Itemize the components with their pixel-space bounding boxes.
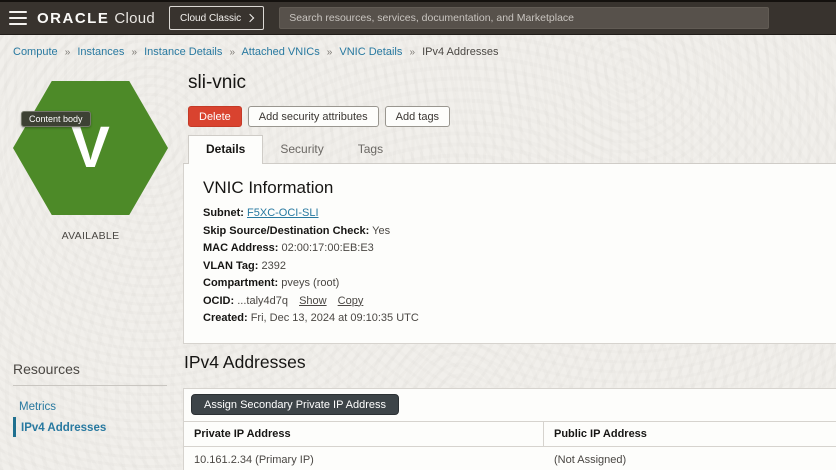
vnic-status-hexagon-icon: V bbox=[13, 81, 168, 215]
created-value: Fri, Dec 13, 2024 at 09:10:35 UTC bbox=[250, 312, 419, 324]
action-buttons: Delete Add security attributes Add tags bbox=[188, 106, 451, 127]
oracle-cloud-console: ORACLE Cloud Cloud Classic Compute » Ins… bbox=[0, 0, 836, 470]
breadcrumb-link-attached-vnics[interactable]: Attached VNICs bbox=[241, 46, 319, 58]
created-label: Created: bbox=[203, 312, 248, 324]
logo-cloud-text: Cloud bbox=[114, 9, 156, 27]
oracle-cloud-logo: ORACLE Cloud bbox=[37, 10, 155, 27]
ocid-value: ...taly4d7q bbox=[237, 294, 288, 307]
mac-address-value: 02:00:17:00:EB:E3 bbox=[281, 242, 374, 254]
delete-button[interactable]: Delete bbox=[188, 106, 242, 127]
breadcrumb-separator: » bbox=[64, 47, 71, 58]
info-row-skip-check: Skip Source/Destination Check: Yes bbox=[203, 224, 836, 238]
add-tags-button[interactable]: Add tags bbox=[384, 106, 451, 127]
tab-details[interactable]: Details bbox=[188, 135, 264, 164]
breadcrumb-link-compute[interactable]: Compute bbox=[13, 46, 58, 58]
vlan-tag-value: 2392 bbox=[261, 259, 286, 272]
breadcrumb-separator: » bbox=[229, 47, 235, 58]
logo-oracle-text: ORACLE bbox=[37, 9, 110, 27]
table-row: 10.161.2.34 (Primary IP) (Not Assigned) bbox=[184, 447, 836, 470]
resources-heading: Resources bbox=[13, 361, 80, 377]
vnic-information-rows: Subnet: F5XC-OCI-SLI Skip Source/Destina… bbox=[203, 207, 836, 325]
ocid-label: OCID: bbox=[203, 294, 235, 307]
compartment-value: pveys (root) bbox=[281, 277, 340, 289]
breadcrumb-current: IPv4 Addresses bbox=[422, 46, 499, 58]
cell-private-ip: 10.161.2.34 (Primary IP) bbox=[194, 454, 314, 466]
sidebar-item-ipv4-addresses[interactable]: IPv4 Addresses bbox=[21, 422, 106, 434]
info-row-subnet: Subnet: F5XC-OCI-SLI bbox=[203, 207, 836, 220]
ocid-copy-link[interactable]: Copy bbox=[338, 295, 364, 307]
breadcrumb-separator: » bbox=[409, 47, 415, 58]
assign-secondary-ip-button[interactable]: Assign Secondary Private IP Address bbox=[191, 394, 400, 415]
cell-public-ip: (Not Assigned) bbox=[554, 454, 627, 466]
info-row-compartment: Compartment: pveys (root) bbox=[203, 277, 836, 290]
vnic-information-heading: VNIC Information bbox=[203, 178, 334, 197]
search-input[interactable] bbox=[279, 7, 770, 29]
breadcrumb-separator: » bbox=[326, 47, 333, 58]
cloud-classic-button[interactable]: Cloud Classic bbox=[169, 6, 265, 30]
column-header-private-ip: Private IP Address bbox=[184, 422, 544, 446]
status-text: AVAILABLE bbox=[61, 230, 120, 242]
breadcrumb-link-instance-details[interactable]: Instance Details bbox=[144, 46, 222, 58]
content-body-tooltip: Content body bbox=[21, 111, 91, 127]
subnet-link[interactable]: F5XC-OCI-SLI bbox=[247, 207, 319, 219]
selected-item-bar bbox=[13, 417, 16, 437]
subnet-label: Subnet: bbox=[203, 207, 244, 219]
ipv4-table-header: Private IP Address Public IP Address bbox=[184, 421, 836, 447]
breadcrumb-separator: » bbox=[131, 47, 138, 58]
mac-address-label: MAC Address: bbox=[203, 242, 279, 254]
ipv4-addresses-heading: IPv4 Addresses bbox=[184, 352, 306, 372]
resources-divider bbox=[13, 385, 167, 386]
page-title: sli-vnic bbox=[188, 72, 247, 93]
breadcrumb-link-instances[interactable]: Instances bbox=[77, 46, 124, 58]
vnic-details-panel: VNIC Information Subnet: F5XC-OCI-SLI Sk… bbox=[183, 164, 836, 344]
top-navigation-bar: ORACLE Cloud Cloud Classic bbox=[0, 0, 836, 35]
add-security-attributes-button[interactable]: Add security attributes bbox=[247, 106, 379, 127]
breadcrumb-link-vnic-details[interactable]: VNIC Details bbox=[339, 46, 402, 58]
tab-bar: Details Security Tags bbox=[183, 135, 836, 164]
info-row-created: Created: Fri, Dec 13, 2024 at 09:10:35 U… bbox=[203, 312, 836, 325]
info-row-ocid: OCID: ...taly4d7q Show Copy bbox=[203, 294, 836, 308]
compartment-label: Compartment: bbox=[203, 277, 279, 289]
tab-security[interactable]: Security bbox=[263, 136, 340, 163]
sidebar-item-metrics[interactable]: Metrics bbox=[19, 401, 56, 413]
hexagon-letter: V bbox=[71, 115, 110, 180]
skip-check-label: Skip Source/Destination Check: bbox=[203, 224, 370, 237]
tab-tags[interactable]: Tags bbox=[341, 136, 400, 163]
chevron-right-icon bbox=[245, 13, 255, 23]
cloud-classic-label: Cloud Classic bbox=[180, 12, 242, 24]
ocid-show-link[interactable]: Show bbox=[299, 295, 327, 307]
column-header-public-ip: Public IP Address bbox=[554, 428, 647, 440]
info-row-mac-address: MAC Address: 02:00:17:00:EB:E3 bbox=[203, 242, 836, 255]
menu-icon[interactable] bbox=[9, 11, 27, 25]
skip-check-value: Yes bbox=[372, 224, 391, 237]
breadcrumb: Compute » Instances » Instance Details »… bbox=[13, 46, 499, 58]
ipv4-addresses-panel: Assign Secondary Private IP Address Priv… bbox=[183, 388, 836, 470]
ipv4-table: Private IP Address Public IP Address 10.… bbox=[184, 421, 836, 470]
vlan-tag-label: VLAN Tag: bbox=[203, 259, 259, 272]
info-row-vlan-tag: VLAN Tag: 2392 bbox=[203, 259, 836, 273]
